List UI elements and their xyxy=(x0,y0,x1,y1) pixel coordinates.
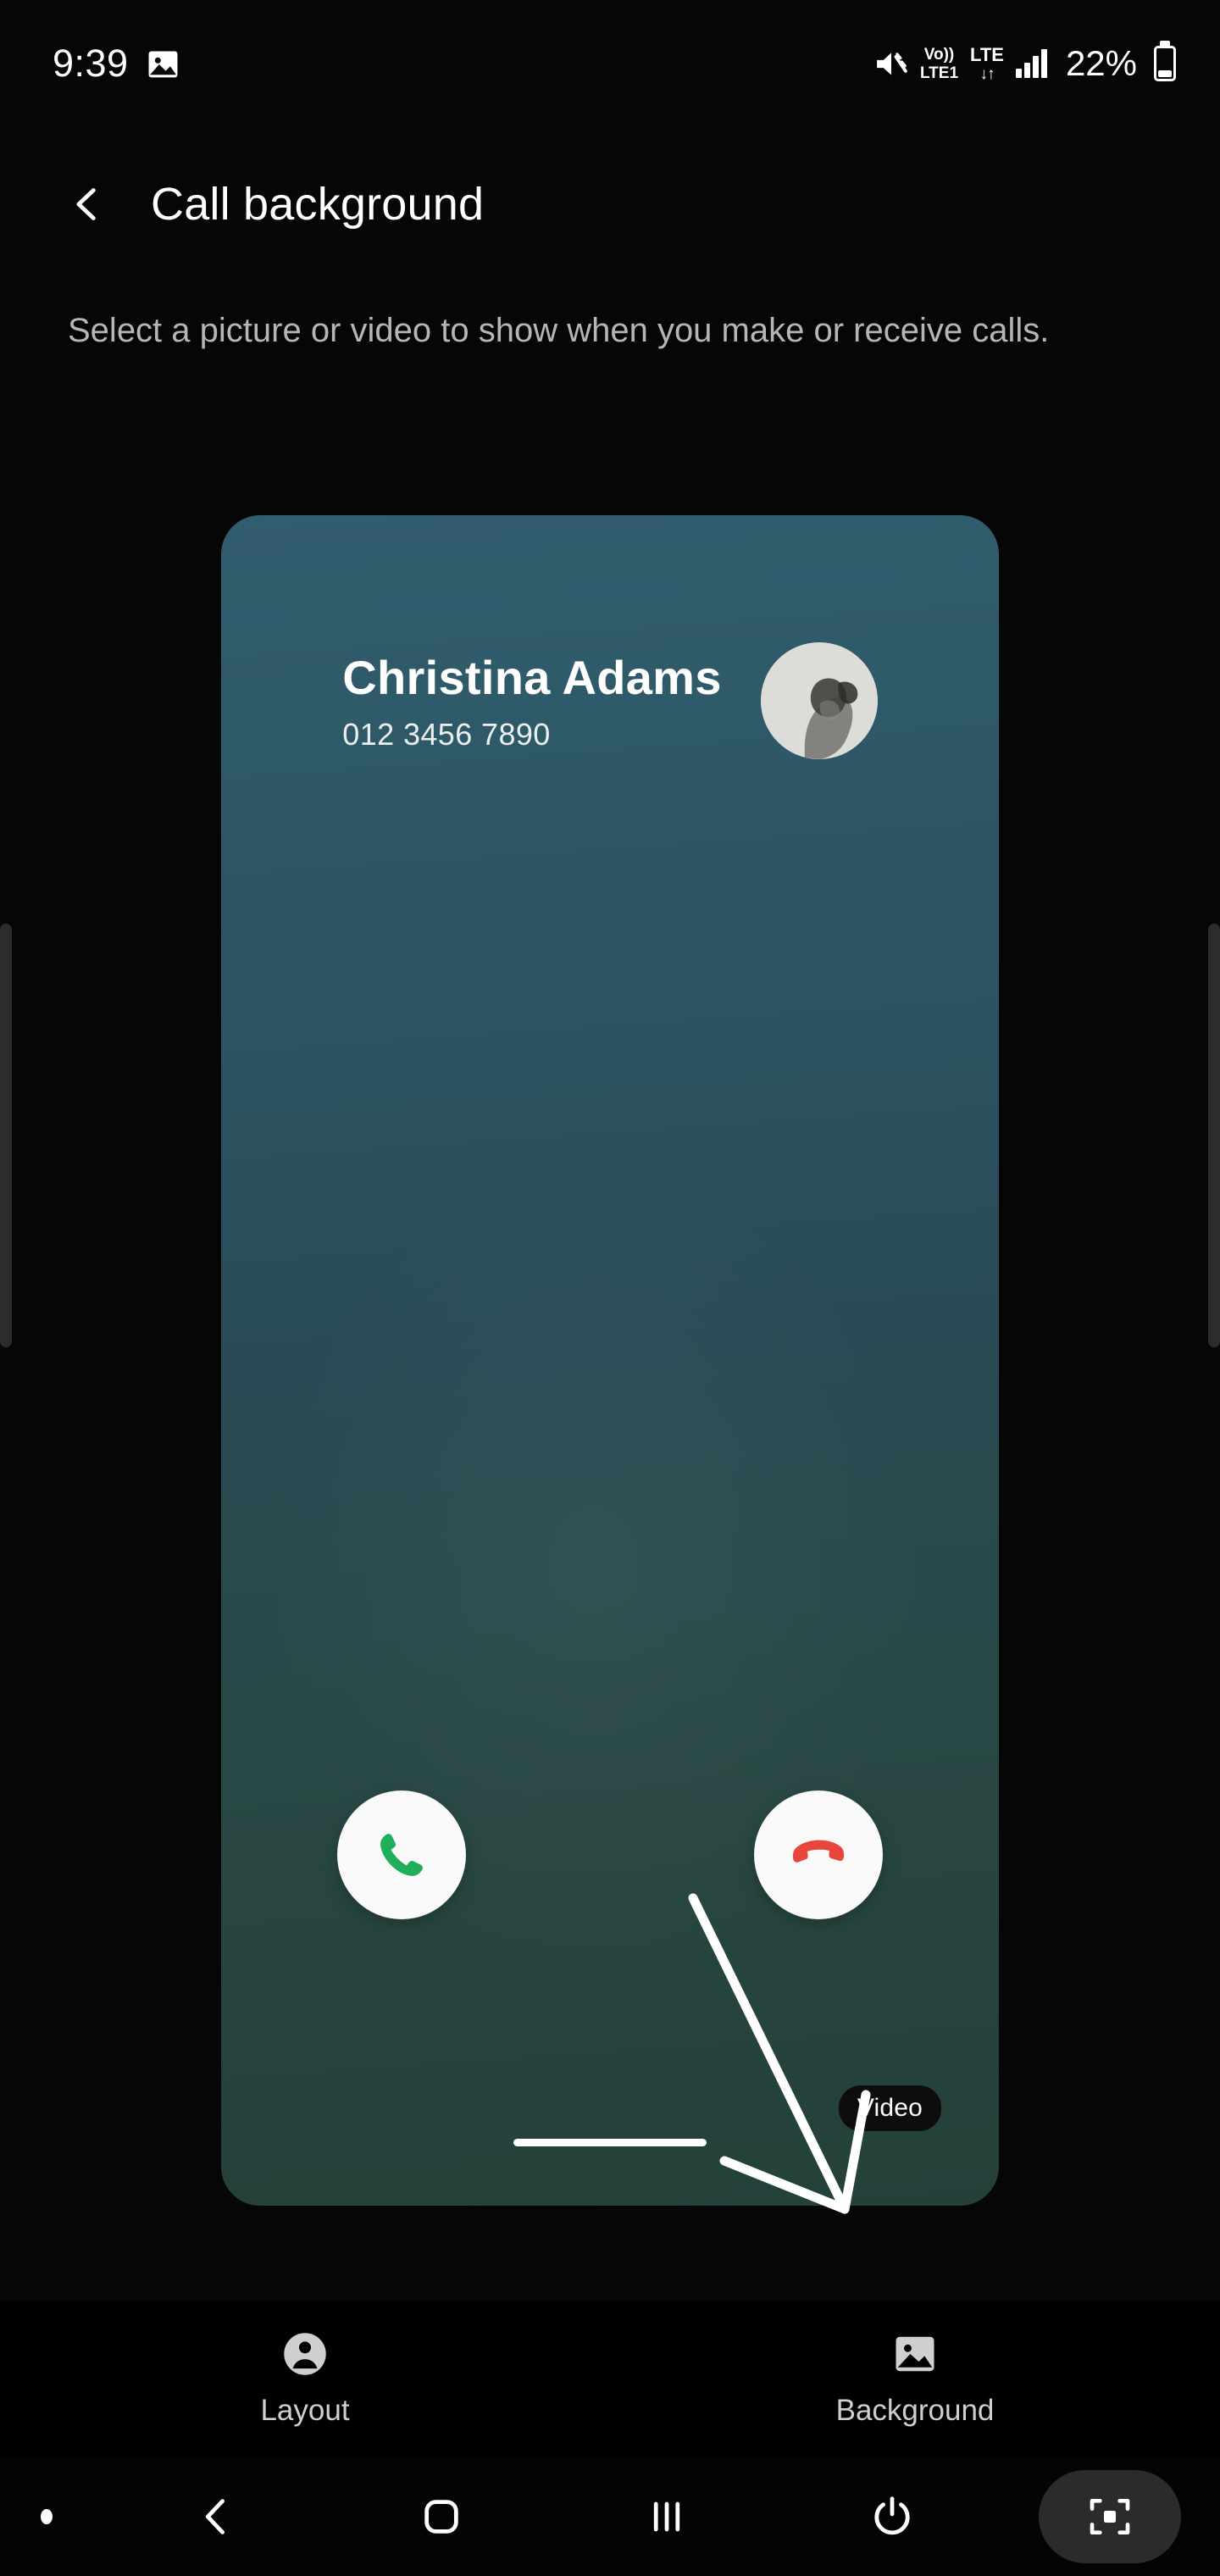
call-action-buttons xyxy=(221,1790,999,1919)
page-title: Call background xyxy=(151,179,485,230)
signal-bars-icon xyxy=(1015,49,1047,78)
page-description: Select a picture or video to show when y… xyxy=(68,312,1050,349)
image-icon xyxy=(892,2331,938,2377)
call-preview-wrapper: Christina Adams 012 3456 7890 Video xyxy=(0,515,1220,2206)
contact-phone-number: 012 3456 7890 xyxy=(342,716,551,752)
nav-home-icon xyxy=(424,2500,458,2534)
contact-photo-avatar xyxy=(760,642,878,759)
page-header: Call background xyxy=(0,158,1220,251)
phone-decline-icon xyxy=(792,1840,845,1863)
screenshot-capture-icon xyxy=(1090,2499,1130,2534)
back-button[interactable] xyxy=(41,158,134,251)
phone-screen: 9:39 Vo)) LTE1 LTE ↓↑ 22% Call backgroun… xyxy=(0,0,1220,2576)
system-navigation-bar xyxy=(0,2457,1220,2576)
accept-call-button[interactable] xyxy=(337,1790,466,1919)
chevron-left-icon xyxy=(76,188,96,220)
nav-button-group xyxy=(53,2476,1039,2557)
contact-info-row: Christina Adams 012 3456 7890 xyxy=(221,642,999,759)
battery-icon xyxy=(1154,46,1176,81)
nav-recents-icon xyxy=(653,2501,680,2532)
contact-text-block: Christina Adams 012 3456 7890 xyxy=(342,650,721,752)
nav-recents-button[interactable] xyxy=(626,2476,707,2557)
volume-mute-icon xyxy=(874,48,908,79)
network-type-indicator: LTE ↓↑ xyxy=(970,43,1004,83)
network-type-label: LTE xyxy=(970,43,1004,65)
bottom-tab-bar: Layout Background xyxy=(0,2301,1220,2457)
nav-back-icon xyxy=(205,2499,225,2534)
contact-name: Christina Adams xyxy=(342,650,722,704)
data-transfer-arrows: ↓↑ xyxy=(979,64,995,83)
screenshot-button[interactable] xyxy=(1039,2470,1181,2563)
status-bar: 9:39 Vo)) LTE1 LTE ↓↑ 22% xyxy=(0,0,1220,127)
battery-percent-label: 22% xyxy=(1065,43,1137,83)
nav-back-button[interactable] xyxy=(175,2476,257,2557)
person-icon xyxy=(282,2331,328,2377)
power-icon xyxy=(874,2496,910,2535)
nav-indicator-dot xyxy=(41,2509,53,2524)
gallery-icon xyxy=(147,50,179,78)
volte-label-bottom: LTE1 xyxy=(919,64,959,82)
call-background-preview-card[interactable]: Christina Adams 012 3456 7890 Video xyxy=(221,515,999,2206)
avatar xyxy=(760,642,878,759)
decline-call-button[interactable] xyxy=(754,1790,883,1919)
tab-layout-label: Layout xyxy=(260,2393,350,2427)
tab-background-label: Background xyxy=(835,2393,995,2427)
volte-label-top: Vo)) xyxy=(923,45,955,64)
power-button[interactable] xyxy=(851,2476,933,2557)
tab-background[interactable]: Background xyxy=(610,2331,1220,2428)
video-badge[interactable]: Video xyxy=(838,2085,941,2131)
preview-home-indicator xyxy=(513,2139,707,2146)
status-bar-clock: 9:39 xyxy=(53,42,129,85)
phone-answer-icon xyxy=(380,1834,423,1876)
nav-home-button[interactable] xyxy=(401,2476,482,2557)
tab-layout[interactable]: Layout xyxy=(0,2331,610,2428)
status-bar-right: Vo)) LTE1 LTE ↓↑ 22% xyxy=(874,43,1176,84)
volte-indicator: Vo)) LTE1 xyxy=(920,47,958,81)
status-bar-left: 9:39 xyxy=(53,42,179,86)
